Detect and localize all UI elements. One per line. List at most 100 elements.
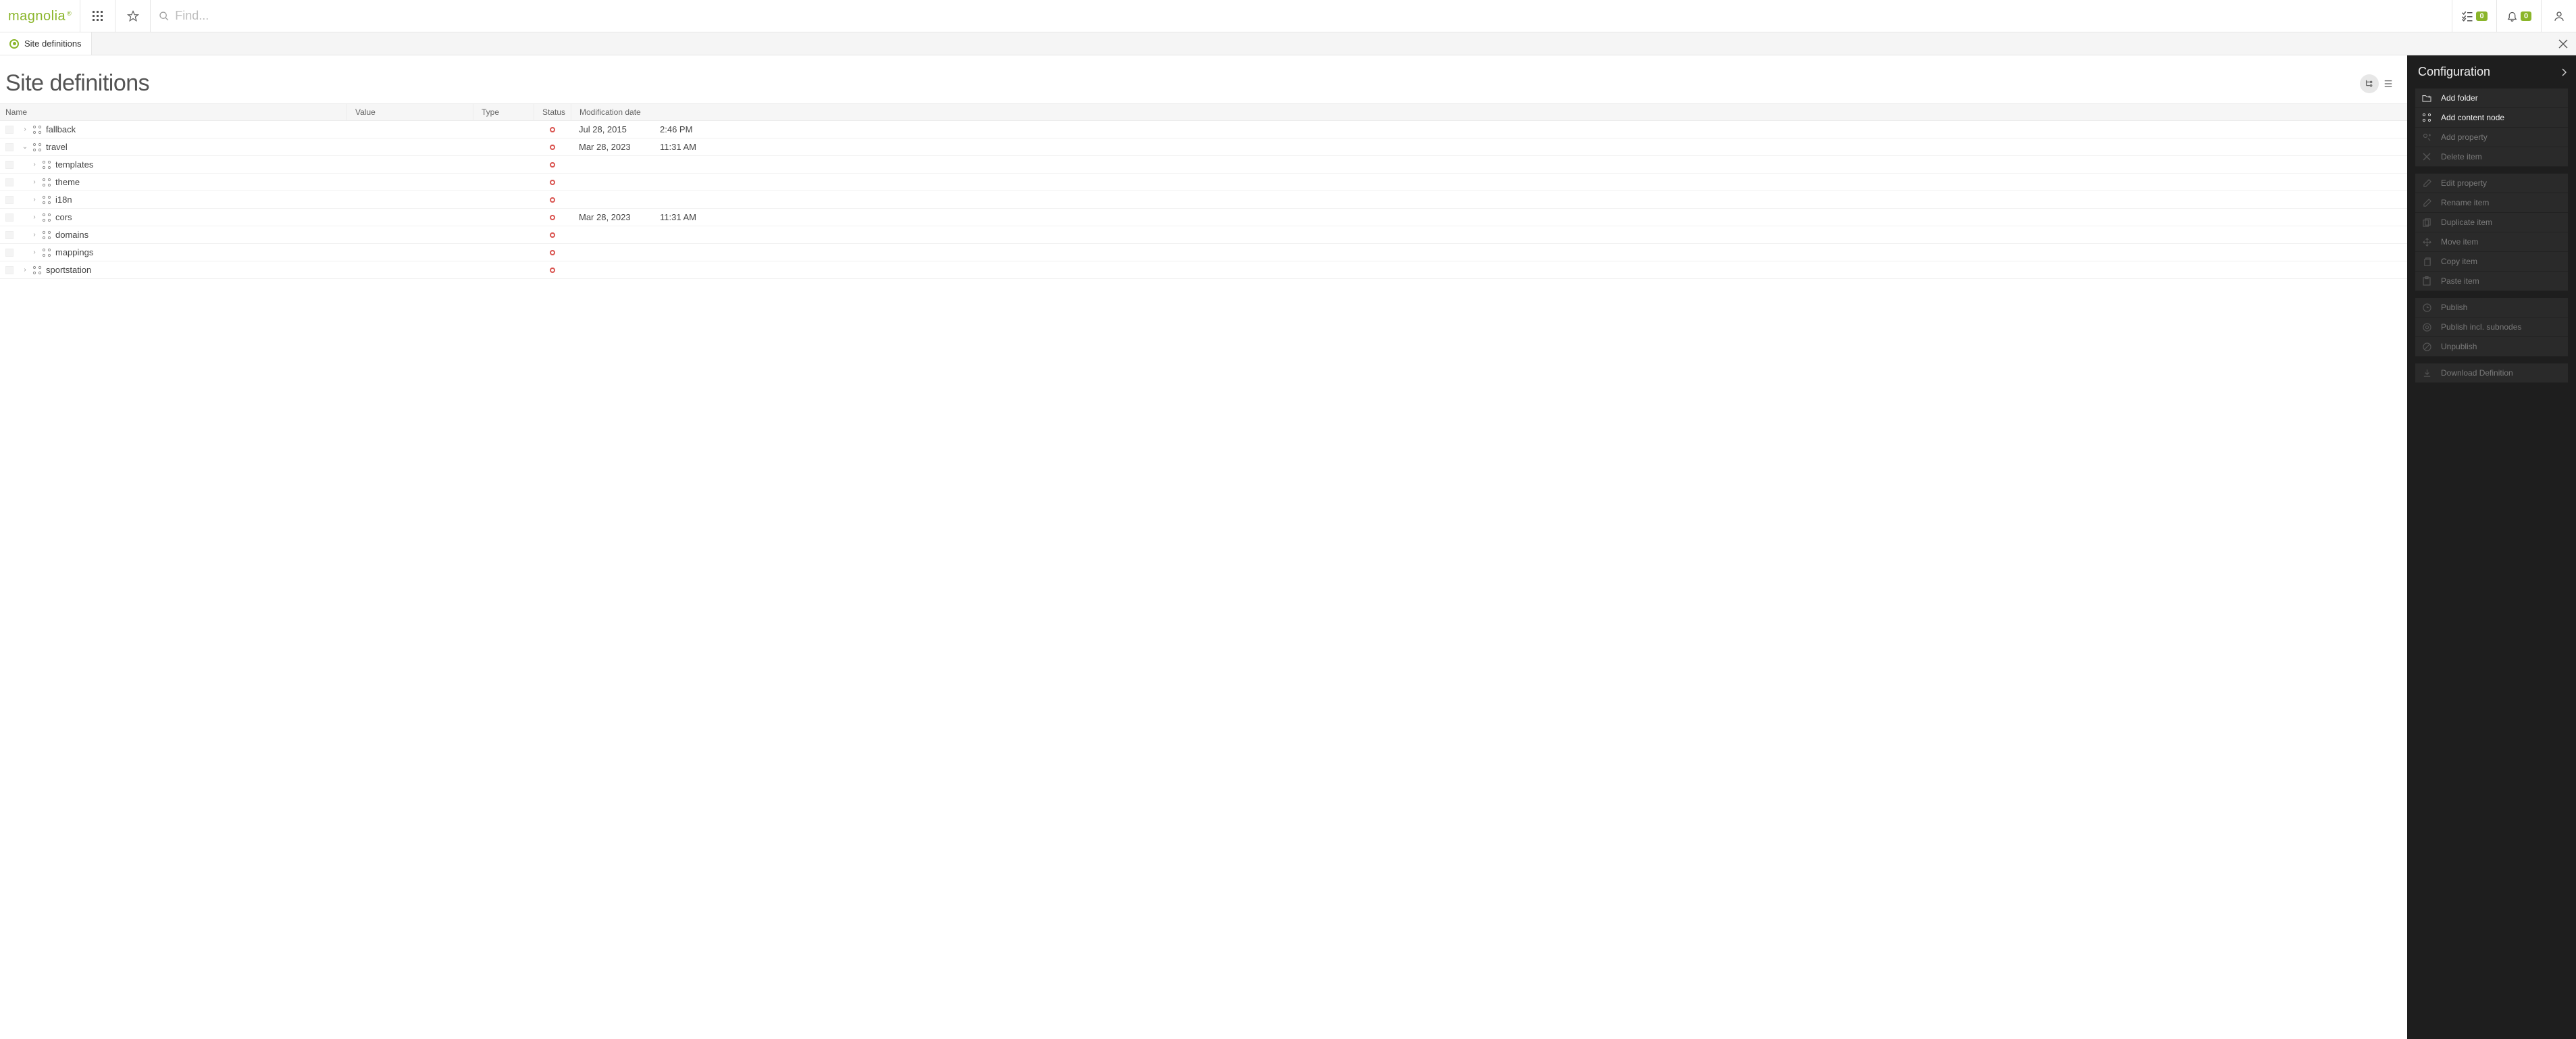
action-label: Delete item xyxy=(2441,152,2482,161)
row-checkbox[interactable] xyxy=(5,249,14,257)
cell-modified: Mar 28, 202311:31 AM xyxy=(571,142,2407,152)
cell-status xyxy=(534,162,571,168)
table-row[interactable]: ⌄ travel Mar 28, 202311:31 AM xyxy=(0,138,2407,156)
action-label: Copy item xyxy=(2441,257,2477,266)
side-panel: Configuration Add folder Add content node… xyxy=(2407,55,2576,1039)
cell-name: › theme xyxy=(0,177,346,187)
row-checkbox[interactable] xyxy=(5,161,14,169)
row-checkbox[interactable] xyxy=(5,213,14,222)
logo-reg: ® xyxy=(67,10,72,17)
chevron-right-icon[interactable]: › xyxy=(31,178,38,186)
chevron-right-icon xyxy=(2561,68,2567,76)
action-label: Duplicate item xyxy=(2441,218,2492,227)
status-unpublished-icon xyxy=(550,250,555,255)
row-checkbox[interactable] xyxy=(5,231,14,239)
row-checkbox[interactable] xyxy=(5,143,14,151)
content-node-icon xyxy=(42,195,51,205)
action-rename-item: Rename item xyxy=(2415,193,2568,213)
chevron-right-icon[interactable]: › xyxy=(31,161,38,168)
chevron-right-icon[interactable]: › xyxy=(31,249,38,256)
action-label: Publish xyxy=(2441,303,2467,312)
node-name: theme xyxy=(55,177,80,187)
node-name: travel xyxy=(46,142,68,152)
chevron-down-icon[interactable]: ⌄ xyxy=(22,143,28,151)
view-tree-button[interactable] xyxy=(2360,74,2379,93)
cell-name: ›fallback xyxy=(0,124,346,134)
chevron-right-icon[interactable]: › xyxy=(22,266,28,274)
view-list-button[interactable] xyxy=(2379,74,2398,93)
close-app-button[interactable] xyxy=(2558,39,2568,49)
notifications-button[interactable]: 0 xyxy=(2496,0,2541,32)
cell-modified: Jul 28, 20152:46 PM xyxy=(571,124,2407,134)
side-panel-collapse[interactable] xyxy=(2561,68,2567,76)
col-value[interactable]: Value xyxy=(346,104,473,120)
table-row[interactable]: ›corsMar 28, 202311:31 AM xyxy=(0,209,2407,226)
status-unpublished-icon xyxy=(550,268,555,273)
row-checkbox[interactable] xyxy=(5,266,14,274)
unpublish-icon xyxy=(2422,343,2431,351)
mod-date: Mar 28, 2023 xyxy=(579,212,640,222)
action-label: Add folder xyxy=(2441,93,2478,103)
action-move-item: Move item xyxy=(2415,232,2568,252)
row-checkbox[interactable] xyxy=(5,126,14,134)
content-node-icon xyxy=(42,160,51,170)
status-unpublished-icon xyxy=(550,215,555,220)
node-name: i18n xyxy=(55,195,72,205)
chevron-right-icon[interactable]: › xyxy=(22,126,28,133)
col-mod[interactable]: Modification date xyxy=(571,104,2407,120)
table-row[interactable]: ›fallback Jul 28, 20152:46 PM xyxy=(0,121,2407,138)
tree-view-icon xyxy=(2365,79,2374,88)
user-icon xyxy=(2553,10,2565,22)
status-unpublished-icon xyxy=(550,180,555,185)
logo[interactable]: magnolia ® xyxy=(0,0,80,32)
tab-label: Site definitions xyxy=(24,39,82,49)
cell-name: › domains xyxy=(0,230,346,240)
app-launcher-button[interactable] xyxy=(80,0,115,32)
content-node-icon xyxy=(42,230,51,240)
tasks-badge: 0 xyxy=(2476,11,2487,21)
chevron-right-icon[interactable]: › xyxy=(31,231,38,238)
node-name: domains xyxy=(55,230,88,240)
action-add-folder[interactable]: Add folder xyxy=(2415,88,2568,108)
table-row[interactable]: ›templates xyxy=(0,156,2407,174)
col-status[interactable]: Status xyxy=(534,104,571,120)
action-add-property: Add property xyxy=(2415,128,2568,147)
publish-sub-icon xyxy=(2422,323,2431,332)
side-panel-title: Configuration xyxy=(2418,65,2490,79)
top-bar: magnolia ® 0 0 xyxy=(0,0,2576,32)
action-add-content-node[interactable]: Add content node xyxy=(2415,108,2568,128)
mod-time: 11:31 AM xyxy=(660,142,696,152)
grid-icon xyxy=(93,11,103,22)
search-input[interactable] xyxy=(175,9,2452,23)
action-unpublish: Unpublish xyxy=(2415,337,2568,357)
node-name: mappings xyxy=(55,247,93,257)
col-name[interactable]: Name xyxy=(0,107,346,117)
cell-status xyxy=(534,232,571,238)
table-row[interactable]: › domains xyxy=(0,226,2407,244)
table-row[interactable]: ›sportstation xyxy=(0,261,2407,279)
user-menu-button[interactable] xyxy=(2541,0,2576,32)
table-row[interactable]: › mappings xyxy=(0,244,2407,261)
chevron-right-icon[interactable]: › xyxy=(31,213,38,221)
content-node-icon xyxy=(42,213,51,222)
cell-status xyxy=(534,145,571,150)
app-dot-icon xyxy=(9,39,19,49)
action-publish-incl-subnodes: Publish incl. subnodes xyxy=(2415,318,2568,337)
action-label: Add property xyxy=(2441,132,2488,142)
cell-name: › i18n xyxy=(0,195,346,205)
status-unpublished-icon xyxy=(550,232,555,238)
favorite-button[interactable] xyxy=(115,0,150,32)
col-type[interactable]: Type xyxy=(473,104,534,120)
tasks-button[interactable]: 0 xyxy=(2452,0,2496,32)
page-title: Site definitions xyxy=(5,70,149,97)
tab-site-definitions[interactable]: Site definitions xyxy=(0,32,92,55)
mod-date: Jul 28, 2015 xyxy=(579,124,640,134)
action-label: Add content node xyxy=(2441,113,2504,122)
table-row[interactable]: › theme xyxy=(0,174,2407,191)
action-group: Edit propertyRename itemDuplicate itemMo… xyxy=(2415,174,2568,291)
row-checkbox[interactable] xyxy=(5,196,14,204)
move-icon xyxy=(2422,238,2431,247)
table-row[interactable]: › i18n xyxy=(0,191,2407,209)
chevron-right-icon[interactable]: › xyxy=(31,196,38,203)
row-checkbox[interactable] xyxy=(5,178,14,186)
